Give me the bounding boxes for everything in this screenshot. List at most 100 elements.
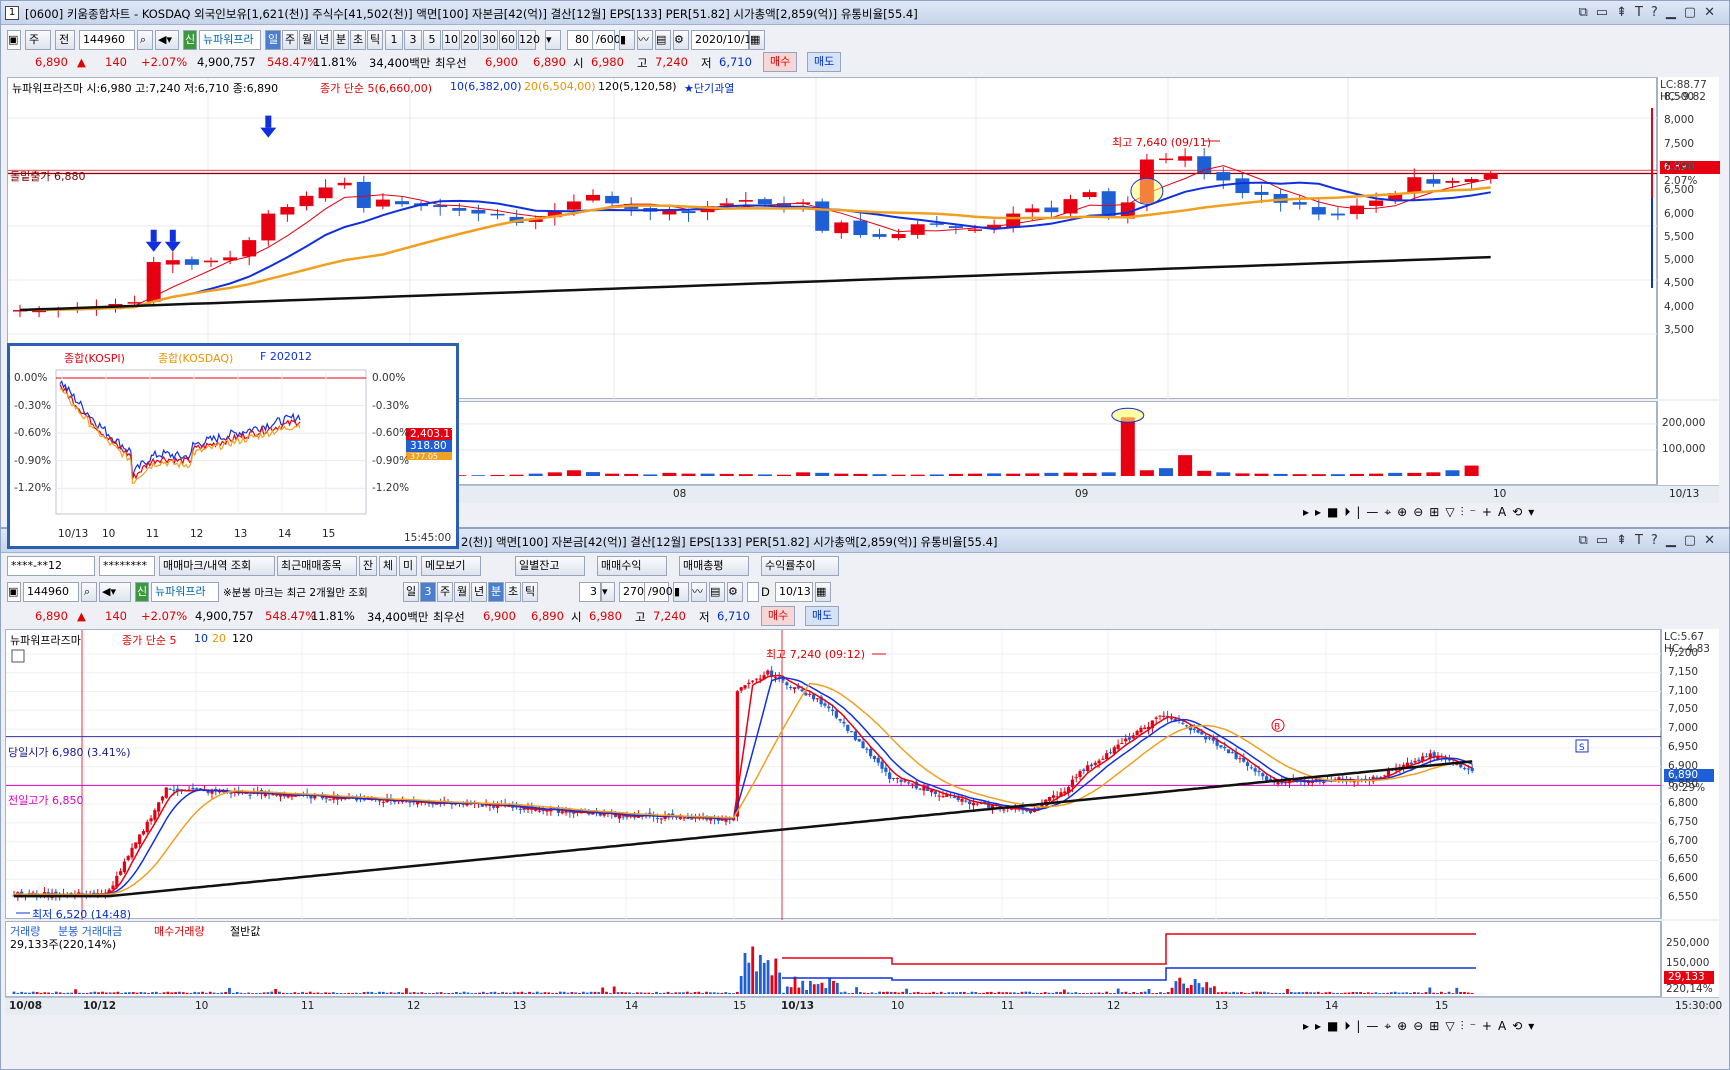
date-input[interactable]: 10/13 xyxy=(775,582,813,602)
count-input[interactable]: 270 xyxy=(619,582,645,602)
volume-bar xyxy=(1197,470,1212,476)
minute-price-chart[interactable]: BS 뉴파워프라즈마 종가 단순 5 10 20 120 최고 7,240 (0… xyxy=(5,629,1662,921)
scroll-arrows-icon[interactable]: ▸▸■⏵|—⌖⊕⊖⊞▽⫶⁻+A⟲▾ xyxy=(1303,1019,1540,1034)
memo-button[interactable]: 메모보기 xyxy=(421,556,481,576)
period-tab-1[interactable]: 주 xyxy=(282,30,298,50)
period-tab-7[interactable]: 틱 xyxy=(522,582,538,602)
period-tab-4[interactable]: 분 xyxy=(333,30,349,50)
period-tab-2[interactable]: 월 xyxy=(299,30,315,50)
dropdown-icon[interactable]: ▾ xyxy=(601,582,615,602)
candle-body xyxy=(1417,759,1421,762)
sell-button[interactable]: 매도 xyxy=(805,606,840,626)
minute-tab-4[interactable]: 20 xyxy=(461,30,479,50)
stock-code-input[interactable]: 144960 xyxy=(79,30,135,50)
minute-value[interactable]: 3 xyxy=(579,582,601,602)
sell-button[interactable]: 매도 xyxy=(807,52,842,72)
change: 140 xyxy=(105,55,127,69)
gear-icon[interactable]: ⚙ xyxy=(673,30,689,50)
trade-profit-button[interactable]: 매매수익 xyxy=(597,556,667,576)
minute-tab-5[interactable]: 30 xyxy=(480,30,498,50)
date-input[interactable]: 2020/10/13 xyxy=(691,30,758,50)
balance-button[interactable]: 잔 xyxy=(359,556,377,576)
buy-button[interactable]: 매수 xyxy=(763,52,798,72)
line-icon[interactable]: 〰 xyxy=(637,30,653,50)
calendar-icon[interactable]: ▦ xyxy=(749,30,765,50)
volume-bar xyxy=(216,993,220,994)
period-tab-3[interactable]: 월 xyxy=(454,582,470,602)
volume-bar xyxy=(1420,993,1424,994)
candle-icon[interactable]: ▮ xyxy=(673,582,689,602)
volume-bar xyxy=(816,984,820,994)
trade-review-button[interactable]: 매매총평 xyxy=(679,556,749,576)
date-checkbox[interactable] xyxy=(747,582,759,602)
period-tab-4[interactable]: 년 xyxy=(471,582,487,602)
password-input[interactable]: ******** xyxy=(99,556,155,576)
volume-bar xyxy=(1273,473,1288,476)
volume-bar xyxy=(31,991,35,994)
save-icon[interactable]: ▤ xyxy=(709,582,725,602)
all-select[interactable]: 전 xyxy=(55,30,75,50)
period-tab-0[interactable]: 일 xyxy=(265,30,281,50)
up-arrow-icon: ▲ xyxy=(77,55,86,69)
chart-type-select[interactable]: 주 xyxy=(25,30,51,50)
market-index-overlay[interactable]: 종합(KOSPI) 종합(KOSDAQ) F 202012 2,403.17 3… xyxy=(7,343,459,549)
period-tab-5[interactable]: 초 xyxy=(350,30,366,50)
trade-mark-button[interactable]: 매매마크/내역 조회 xyxy=(159,556,275,576)
index-tick-right: -0.60% xyxy=(372,427,410,440)
window-controls[interactable]: ⧉▭⇞T?▁▢✕ xyxy=(1579,5,1723,20)
candle-body xyxy=(743,685,747,689)
period-tab-3[interactable]: 년 xyxy=(316,30,332,50)
minute-tab-2[interactable]: 5 xyxy=(423,30,441,50)
minute-tab-7[interactable]: 120 xyxy=(518,30,540,50)
daily-balance-button[interactable]: 일별잔고 xyxy=(515,556,585,576)
stock-code-input[interactable]: 144960 xyxy=(23,582,79,602)
gear-icon[interactable]: ⚙ xyxy=(727,582,743,602)
period-tab-6[interactable]: 틱 xyxy=(367,30,383,50)
speaker-icon[interactable]: ◀▾ xyxy=(99,582,131,602)
navigation-controls[interactable]: ▸▸■⏵|—⌖⊕⊖⊞▽⫶⁻+A⟲▾ xyxy=(1301,1017,1721,1037)
minute-tab-6[interactable]: 60 xyxy=(499,30,517,50)
period-tab-6[interactable]: 초 xyxy=(505,582,521,602)
volume-bar xyxy=(1232,991,1236,994)
filled-button[interactable]: 체 xyxy=(379,556,397,576)
search-icon[interactable]: ⌕ xyxy=(137,30,153,50)
volume-bar xyxy=(1432,992,1436,994)
navigation-controls[interactable]: ▸▸■⏵|—⌖⊕⊖⊞▽⫶⁻+A⟲▾ xyxy=(1301,503,1721,523)
volume-bar xyxy=(834,473,849,476)
period-tab-2[interactable]: 주 xyxy=(437,582,453,602)
count-input[interactable]: 80 xyxy=(567,30,593,50)
window-controls[interactable]: ⧉▭⇞T?▁▢✕ xyxy=(1579,533,1723,548)
candle-body xyxy=(138,834,142,845)
candle-body xyxy=(1178,156,1193,161)
period-tab-0[interactable]: 일 xyxy=(403,582,419,602)
period-tab-1[interactable]: 3 xyxy=(420,582,436,602)
pin-icon[interactable]: ▣ xyxy=(7,582,21,602)
scroll-arrows-icon[interactable]: ▸▸■⏵|—⌖⊕⊖⊞▽⫶⁻+A⟲▾ xyxy=(1303,505,1540,520)
candle-body xyxy=(655,818,660,820)
minute-tab-1[interactable]: 3 xyxy=(404,30,422,50)
x-label: 10 xyxy=(195,1000,209,1012)
search-icon[interactable]: ⌕ xyxy=(81,582,97,602)
return-trend-button[interactable]: 수익률추이 xyxy=(761,556,839,576)
calendar-icon[interactable]: ▦ xyxy=(815,582,831,602)
volume-bar xyxy=(1224,991,1228,994)
pin-icon[interactable]: ▣ xyxy=(7,30,21,50)
dropdown-icon[interactable]: ▾ xyxy=(545,30,561,50)
unfilled-button[interactable]: 미 xyxy=(399,556,417,576)
minute-tab-3[interactable]: 10 xyxy=(442,30,460,50)
buy-button[interactable]: 매수 xyxy=(761,606,796,626)
change-pct: +2.07% xyxy=(141,609,188,623)
candle-body xyxy=(1196,729,1200,733)
period-tab-5[interactable]: 분 xyxy=(488,582,504,602)
volume: 4,900,757 xyxy=(197,55,256,69)
minute-tab-0[interactable]: 1 xyxy=(385,30,403,50)
line-icon[interactable]: 〰 xyxy=(691,582,707,602)
candle-body xyxy=(1139,727,1143,733)
speaker-icon[interactable]: ◀▾ xyxy=(155,30,179,50)
account-select[interactable]: ****-**12 xyxy=(7,556,95,576)
save-icon[interactable]: ▤ xyxy=(655,30,671,50)
recent-stocks-button[interactable]: 최근매매종목 xyxy=(277,556,357,576)
candle-icon[interactable]: ▮ xyxy=(619,30,635,50)
minute-volume-chart[interactable]: 거래량 분봉 거래대금 매수거래량 절반값 29,133주(220,14%) xyxy=(5,921,1661,997)
volume-bar xyxy=(1101,992,1105,994)
